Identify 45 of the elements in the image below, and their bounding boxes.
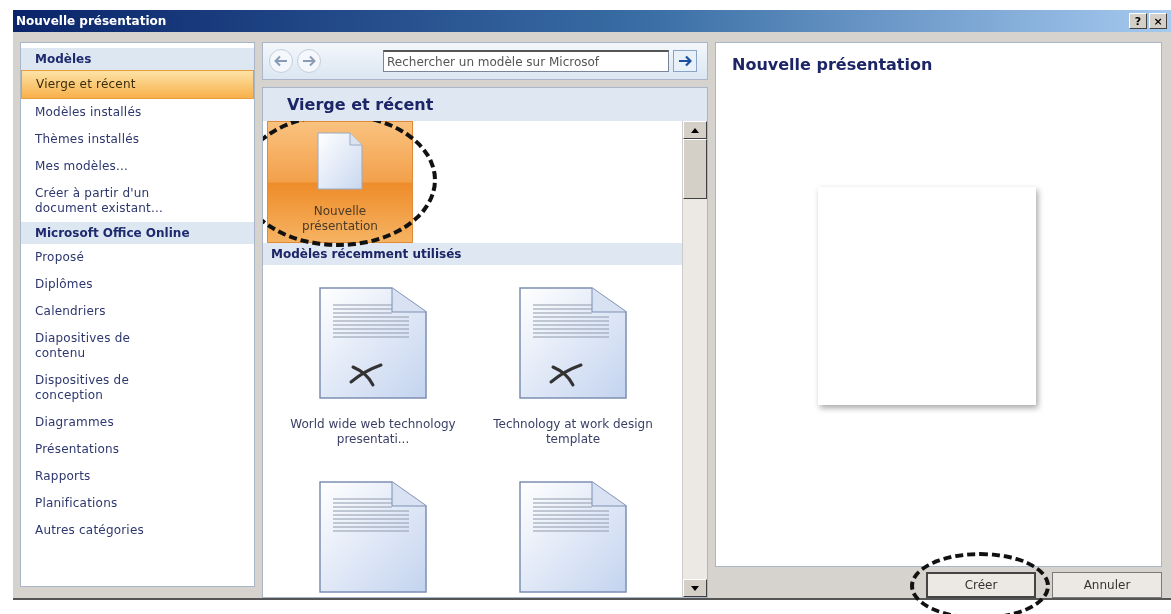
sidebar-item[interactable]: Diplômes: [21, 271, 254, 298]
new-presentation-tile[interactable]: Nouvelle présentation: [267, 121, 413, 243]
close-button[interactable]: ×: [1149, 13, 1167, 29]
template-document-icon: [319, 287, 427, 399]
blank-page-icon: [317, 132, 363, 190]
sidebar-item[interactable]: Calendriers: [21, 298, 254, 325]
sidebar-item[interactable]: Proposé: [21, 244, 254, 271]
cancel-button[interactable]: Annuler: [1052, 572, 1162, 598]
sidebar-item[interactable]: Modèles installés: [21, 99, 254, 126]
scroll-down-button[interactable]: [683, 579, 707, 597]
template-tile[interactable]: Technology at work design template: [473, 287, 673, 447]
sidebar-item[interactable]: Autres catégories: [21, 517, 254, 544]
back-button[interactable]: [269, 49, 293, 73]
sidebar-item[interactable]: Planifications: [21, 490, 254, 517]
sidebar-heading[interactable]: Microsoft Office Online: [21, 222, 254, 244]
window-title: Nouvelle présentation: [16, 14, 167, 28]
sidebar-item[interactable]: Thèmes installés: [21, 126, 254, 153]
scroll-up-button[interactable]: [683, 121, 707, 139]
left-arrow-icon: [274, 55, 288, 67]
section-title: Vierge et récent: [286, 94, 435, 116]
subsection-title: Modèles récemment utilisés: [263, 243, 682, 265]
sidebar-item[interactable]: Créer à partir d'un document existant...: [21, 180, 254, 222]
sidebar-heading[interactable]: Modèles: [21, 48, 254, 70]
sidebar-item[interactable]: Dispositives de conception: [21, 367, 254, 409]
down-triangle-icon: [691, 585, 699, 591]
right-arrow-icon: [302, 55, 316, 67]
sidebar-item[interactable]: Diapositives de contenu: [21, 325, 254, 367]
sidebar-item[interactable]: Mes modèles...: [21, 153, 254, 180]
search-field[interactable]: Rechercher un modèle sur Microsof: [383, 50, 669, 72]
help-button[interactable]: ?: [1129, 13, 1147, 29]
preview-title: Nouvelle présentation: [731, 54, 934, 76]
scroll-thumb[interactable]: [683, 139, 707, 199]
document-icon: [319, 481, 427, 593]
create-button[interactable]: Créer: [926, 572, 1036, 598]
sidebar-item[interactable]: Diagrammes: [21, 409, 254, 436]
sidebar-item[interactable]: Rapports: [21, 463, 254, 490]
forward-button[interactable]: [297, 49, 321, 73]
search-go-button[interactable]: [673, 50, 697, 72]
template-tile[interactable]: World wide web technology presentati...: [273, 287, 473, 447]
sidebar-item[interactable]: Vierge et récent: [21, 70, 254, 99]
up-triangle-icon: [691, 127, 699, 133]
sidebar-item[interactable]: Présentations: [21, 436, 254, 463]
right-arrow-icon: [678, 55, 692, 67]
template-document-icon: [519, 287, 627, 399]
document-icon: [519, 481, 627, 593]
